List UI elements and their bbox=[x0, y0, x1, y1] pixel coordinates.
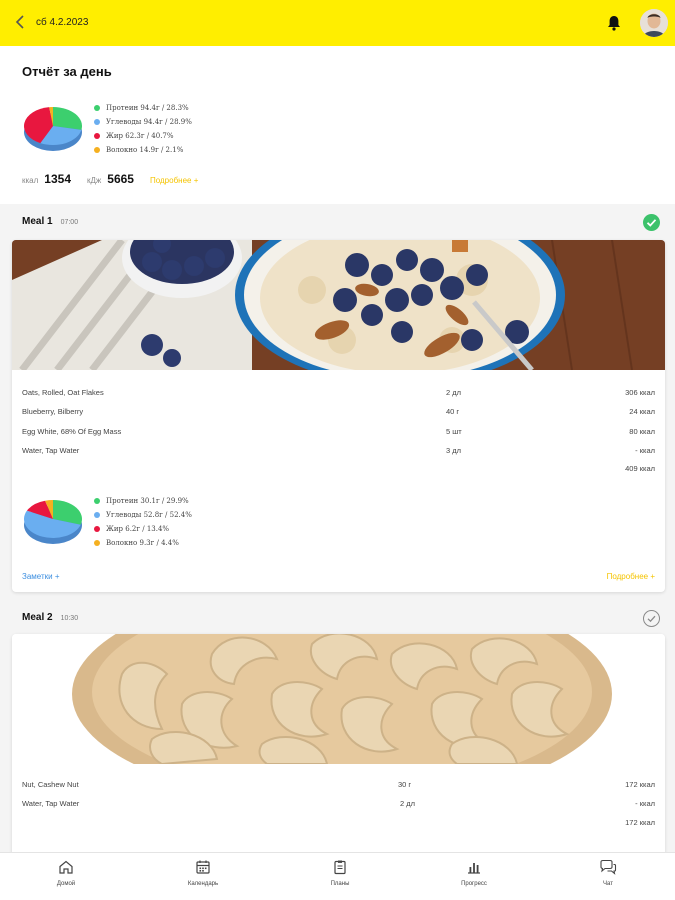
meal-1-notes-link[interactable]: Заметки + bbox=[22, 572, 60, 581]
food-row[interactable]: Nut, Cashew Nut 30 г 172 ккал bbox=[22, 776, 655, 794]
kj-value: 5665 bbox=[107, 172, 134, 186]
legend-fat: Жир 62.3г / 40.7% bbox=[94, 129, 192, 143]
energy-totals: ккал 1354 кДж 5665 Подробнее + bbox=[22, 172, 198, 186]
daily-report: Отчёт за день Протеин 94.4г / 28.3% Угле… bbox=[0, 46, 675, 204]
bar-chart-icon bbox=[468, 863, 480, 874]
food-row[interactable]: Water, Tap Water 3 дл - ккал bbox=[22, 442, 655, 460]
avatar[interactable] bbox=[640, 9, 668, 37]
chat-icon bbox=[600, 859, 617, 875]
legend-fiber: Волокно 9.3г / 4.4% bbox=[94, 536, 192, 550]
legend-carbs: Углеводы 52.8г / 52.4% bbox=[94, 508, 192, 522]
meal-2-name: Meal 2 bbox=[22, 612, 53, 623]
bell-icon[interactable] bbox=[606, 14, 622, 32]
calendar-icon bbox=[196, 860, 210, 874]
kj-label: кДж bbox=[87, 176, 102, 185]
food-row[interactable]: Egg White, 68% Of Egg Mass 5 шт 80 ккал bbox=[22, 423, 655, 441]
meal-2-card: Nut, Cashew Nut 30 г 172 ккал Water, Tap… bbox=[12, 634, 665, 852]
legend-protein: Протеин 30.1г / 29.9% bbox=[94, 494, 192, 508]
food-row[interactable]: Blueberry, Bilberry 40 г 24 ккал bbox=[22, 403, 655, 421]
tab-plans[interactable]: Планы bbox=[295, 859, 385, 897]
legend-carbs: Углеводы 94.4г / 28.9% bbox=[94, 115, 192, 129]
food-row[interactable]: Oats, Rolled, Oat Flakes 2 дл 306 ккал bbox=[22, 384, 655, 402]
meal-1-time: 07:00 bbox=[60, 219, 79, 226]
report-details-link[interactable]: Подробнее + bbox=[150, 176, 198, 185]
meal-1-card: Oats, Rolled, Oat Flakes 2 дл 306 ккал B… bbox=[12, 240, 665, 592]
meal-1-done-check-icon[interactable] bbox=[643, 214, 660, 231]
meal-2-check-icon[interactable] bbox=[643, 610, 660, 627]
macro-pie-chart bbox=[23, 107, 82, 151]
meal-1-header: Meal 1 07:00 bbox=[22, 216, 78, 232]
bottom-tab-bar: Домой Календарь Планы Прогресс Чат bbox=[0, 852, 675, 900]
tab-home[interactable]: Домой bbox=[21, 859, 111, 897]
home-icon bbox=[59, 860, 73, 874]
legend-fiber: Волокно 14.9г / 2.1% bbox=[94, 143, 192, 157]
meal-2-header: Meal 2 10:30 bbox=[22, 612, 78, 628]
meal-2-photo bbox=[12, 634, 665, 764]
pie-slice-0 bbox=[53, 107, 82, 130]
tab-calendar[interactable]: Календарь bbox=[158, 859, 248, 897]
food-row[interactable]: Water, Tap Water 2 дл - ккал bbox=[22, 795, 655, 813]
meal-1-photo bbox=[12, 240, 665, 370]
meal-2-time: 10:30 bbox=[60, 615, 79, 622]
back-arrow-icon[interactable] bbox=[12, 13, 30, 31]
meal-1-macro-legend: Протеин 30.1г / 29.9% Углеводы 52.8г / 5… bbox=[94, 494, 192, 550]
kcal-label: ккал bbox=[22, 176, 39, 185]
page-title: Отчёт за день bbox=[22, 64, 112, 79]
legend-fat: Жир 6.2г / 13.4% bbox=[94, 522, 192, 536]
legend-protein: Протеин 94.4г / 28.3% bbox=[94, 101, 192, 115]
meal-1-macro-pie-chart bbox=[23, 500, 83, 544]
selected-date[interactable]: сб 4.2.2023 bbox=[36, 17, 88, 28]
meal-1-name: Meal 1 bbox=[22, 216, 53, 227]
meal-1-details-link[interactable]: Подробнее + bbox=[607, 572, 655, 581]
macro-legend: Протеин 94.4г / 28.3% Углеводы 94.4г / 2… bbox=[94, 101, 192, 157]
meal-1-total: 409 ккал bbox=[625, 464, 655, 473]
top-bar: сб 4.2.2023 bbox=[0, 0, 675, 46]
meal-2-total: 172 ккал bbox=[625, 818, 655, 827]
clipboard-icon bbox=[334, 860, 346, 875]
kcal-value: 1354 bbox=[44, 172, 71, 186]
scroll-content[interactable]: Отчёт за день Протеин 94.4г / 28.3% Угле… bbox=[0, 46, 675, 852]
tab-progress[interactable]: Прогресс bbox=[429, 859, 519, 897]
tab-chat[interactable]: Чат bbox=[563, 859, 653, 897]
